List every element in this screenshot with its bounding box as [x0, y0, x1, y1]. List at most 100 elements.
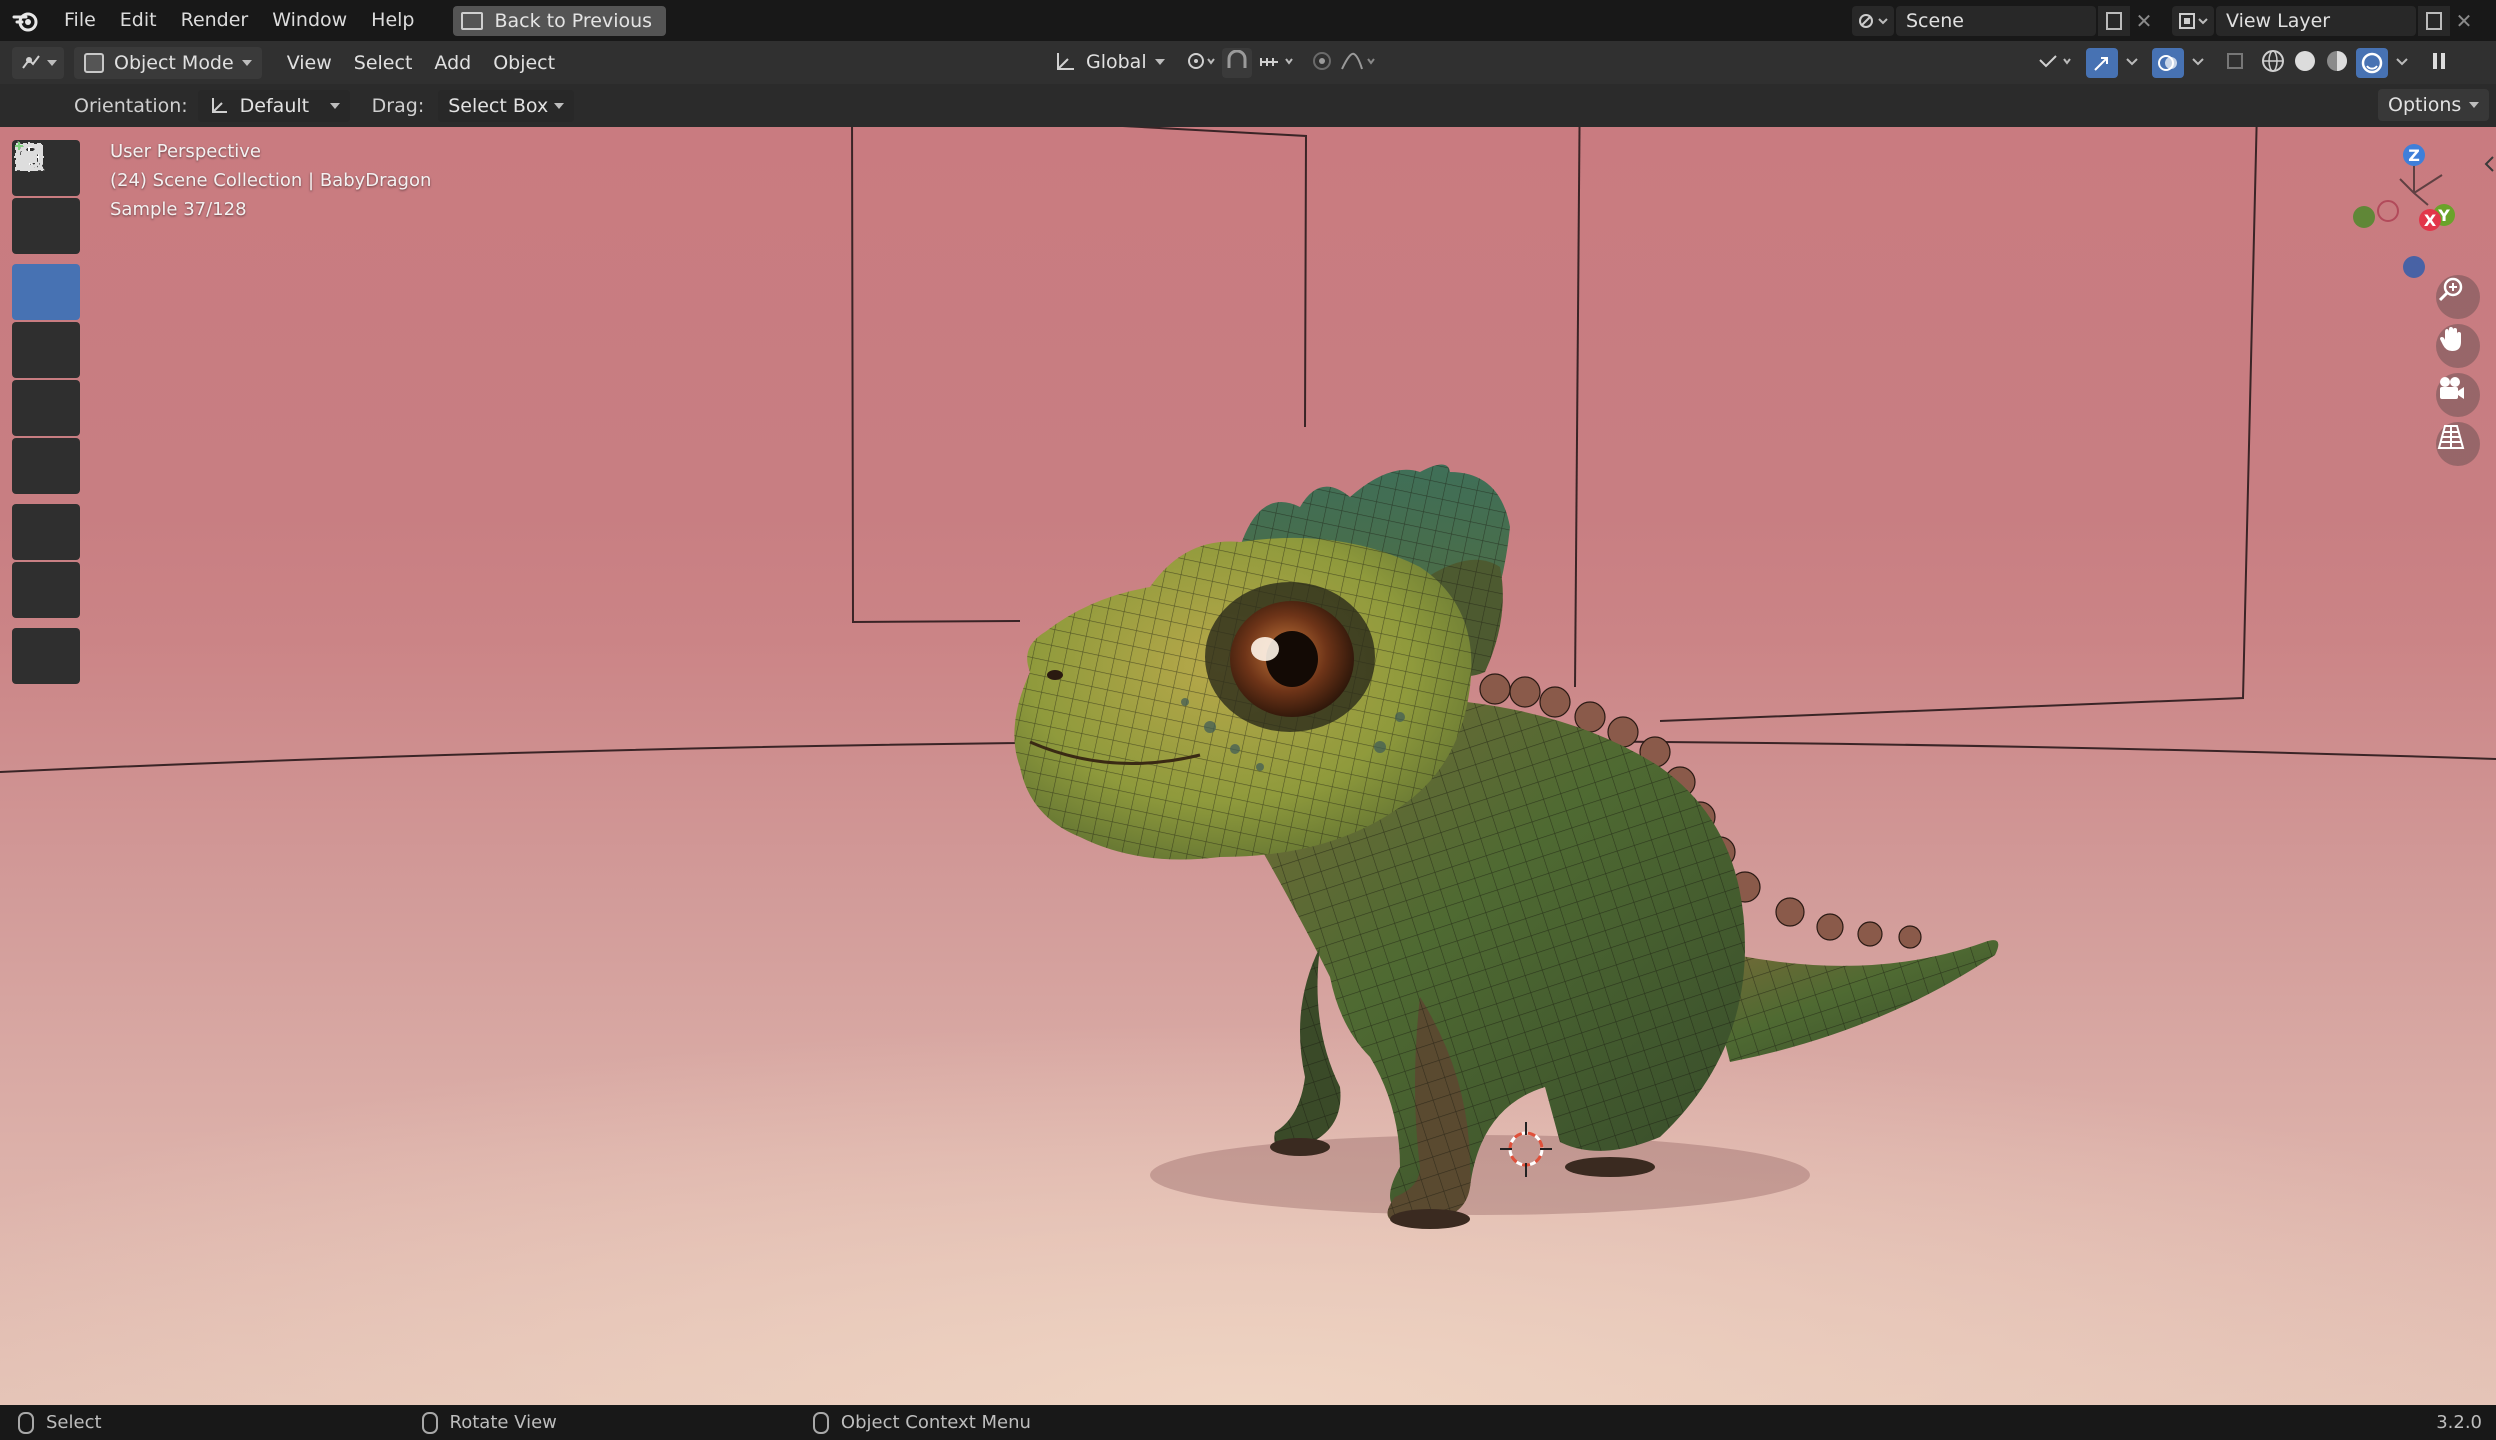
- drag-dropdown[interactable]: Select Box: [438, 89, 575, 122]
- view-layer-name-field[interactable]: View Layer: [2216, 6, 2416, 36]
- scene-name-field[interactable]: Scene: [1896, 6, 2096, 36]
- new-view-layer-icon[interactable]: [2418, 6, 2450, 36]
- menu-window[interactable]: Window: [260, 0, 359, 41]
- material-preview-icon[interactable]: [2324, 48, 2350, 78]
- header-menu-select[interactable]: Select: [343, 52, 424, 74]
- shading-dropdown-icon[interactable]: [2394, 50, 2410, 76]
- menu-file[interactable]: File: [52, 0, 108, 41]
- tool-settings-bar: Orientation: Default Drag: Select Box Op…: [0, 84, 2496, 127]
- viewport-scene-render: [0, 127, 2496, 1405]
- drag-label: Drag:: [371, 94, 425, 117]
- editor-type-button[interactable]: [12, 46, 64, 79]
- sidebar-toggle-arrow[interactable]: [2482, 153, 2496, 175]
- status-rotate-view: Rotate View: [449, 1412, 557, 1433]
- wireframe-shading-icon[interactable]: [2260, 48, 2286, 78]
- back-window-icon: [460, 11, 483, 30]
- status-bar: Select Rotate View Object Context Menu 3…: [0, 1405, 2496, 1440]
- version-label: 3.2.0: [2436, 1412, 2482, 1433]
- 3d-viewport[interactable]: User Perspective (24) Scene Collection |…: [0, 127, 2496, 1405]
- orientation-dropdown[interactable]: Default: [197, 89, 350, 122]
- scene-name-label: Scene: [1906, 10, 1964, 32]
- snap-magnet-icon[interactable]: [1222, 48, 1252, 78]
- navigation-gizmo[interactable]: Z Y X: [2346, 135, 2466, 285]
- back-to-previous-button[interactable]: Back to Previous: [452, 5, 667, 36]
- zoom-button[interactable]: [2436, 275, 2480, 319]
- collection-info-label: (24) Scene Collection | BabyDragon: [110, 170, 432, 191]
- rotate-tool[interactable]: [12, 145, 80, 378]
- pivot-snap-group: [1186, 47, 1380, 79]
- options-label: Options: [2388, 94, 2462, 116]
- scene-icon[interactable]: [1852, 6, 1894, 36]
- view-layer-selector: View Layer ✕: [2172, 6, 2490, 36]
- camera-view-button[interactable]: [2436, 373, 2480, 417]
- object-mode-icon: [84, 52, 104, 73]
- mode-dropdown[interactable]: Object Mode: [74, 46, 262, 79]
- annotate-tool[interactable]: [12, 148, 80, 560]
- transform-orientation-dropdown[interactable]: Global: [1046, 46, 1173, 78]
- falloff-icon[interactable]: [1340, 50, 1380, 76]
- move-tool[interactable]: [12, 143, 80, 320]
- scene-selector: Scene ✕: [1852, 6, 2162, 36]
- options-dropdown[interactable]: Options: [2378, 89, 2490, 121]
- gizmo-toggle-icon[interactable]: [2086, 48, 2118, 78]
- gizmo-neg-y-axis[interactable]: [2353, 206, 2375, 228]
- drag-value: Select Box: [448, 94, 549, 117]
- svg-text:X: X: [2424, 211, 2437, 230]
- gizmo-dropdown-icon[interactable]: [2124, 50, 2140, 76]
- back-to-previous-label: Back to Previous: [494, 9, 653, 32]
- top-menu-bar: File Edit Render Window Help Back to Pre…: [0, 0, 2496, 41]
- add-cube-icon: [15, 142, 43, 171]
- viewport-overlay-group: [2036, 47, 2448, 79]
- header-menu-add[interactable]: Add: [423, 52, 482, 74]
- menu-render[interactable]: Render: [169, 0, 261, 41]
- perspective-toggle-button[interactable]: [2436, 422, 2480, 466]
- new-scene-icon[interactable]: [2098, 6, 2130, 36]
- rendered-shading-icon[interactable]: [2356, 48, 2388, 78]
- solid-shading-icon[interactable]: [2292, 48, 2318, 78]
- view-layer-name-label: View Layer: [2226, 10, 2331, 32]
- tool-shelf: [12, 140, 84, 686]
- delete-view-layer-icon[interactable]: ✕: [2450, 6, 2478, 36]
- status-select: Select: [46, 1412, 102, 1433]
- svg-text:Z: Z: [2408, 146, 2420, 165]
- overlay-toggle-icon[interactable]: [2152, 48, 2184, 78]
- header-menu-view[interactable]: View: [276, 52, 343, 74]
- add-cube-tool[interactable]: [12, 142, 80, 684]
- gizmo-neg-z-axis[interactable]: [2403, 256, 2425, 278]
- view-layer-icon[interactable]: [2172, 6, 2214, 36]
- orientation-value: Default: [239, 94, 310, 117]
- transform-orientation-label: Global: [1086, 51, 1147, 73]
- pivot-point-icon[interactable]: [1186, 50, 1216, 76]
- proportional-edit-icon[interactable]: [1310, 50, 1334, 76]
- zoom-magnifier-icon: [2438, 277, 2463, 302]
- chevron-left-icon: [2484, 156, 2494, 172]
- cursor-tool[interactable]: [12, 143, 80, 254]
- delete-scene-icon[interactable]: ✕: [2130, 6, 2158, 36]
- header-menu-object[interactable]: Object: [482, 52, 566, 74]
- orientation-axes-icon: [211, 97, 227, 113]
- grid-perspective-icon: [2437, 425, 2465, 449]
- editor-type-icon: [22, 54, 40, 69]
- overlay-dropdown-icon[interactable]: [2190, 50, 2206, 76]
- snap-increment-icon[interactable]: [1258, 50, 1298, 76]
- menu-help[interactable]: Help: [359, 0, 426, 41]
- pause-render-icon[interactable]: [2430, 50, 2448, 76]
- pan-button[interactable]: [2436, 324, 2480, 368]
- menu-edit[interactable]: Edit: [108, 0, 169, 41]
- viewport-header: Object Mode View Select Add Object Globa…: [0, 41, 2496, 84]
- mouse-left-click-icon: [18, 1411, 34, 1434]
- xray-toggle-icon[interactable]: [2224, 50, 2248, 76]
- global-axes-icon: [1057, 53, 1074, 70]
- scale-tool[interactable]: [12, 144, 80, 436]
- status-context-menu: Object Context Menu: [840, 1412, 1031, 1433]
- mouse-middle-click-icon: [421, 1411, 438, 1434]
- mouse-right-click-icon: [812, 1411, 829, 1434]
- measure-tool[interactable]: [12, 140, 80, 618]
- view-name-label: User Perspective: [110, 141, 261, 162]
- camera-icon: [2440, 377, 2464, 399]
- gizmo-neg-x-axis[interactable]: [2377, 200, 2399, 222]
- blender-logo-icon[interactable]: [0, 0, 52, 41]
- transform-tool[interactable]: [12, 142, 80, 494]
- sample-info-label: Sample 37/128: [110, 199, 247, 220]
- object-visibility-icon[interactable]: [2036, 50, 2080, 76]
